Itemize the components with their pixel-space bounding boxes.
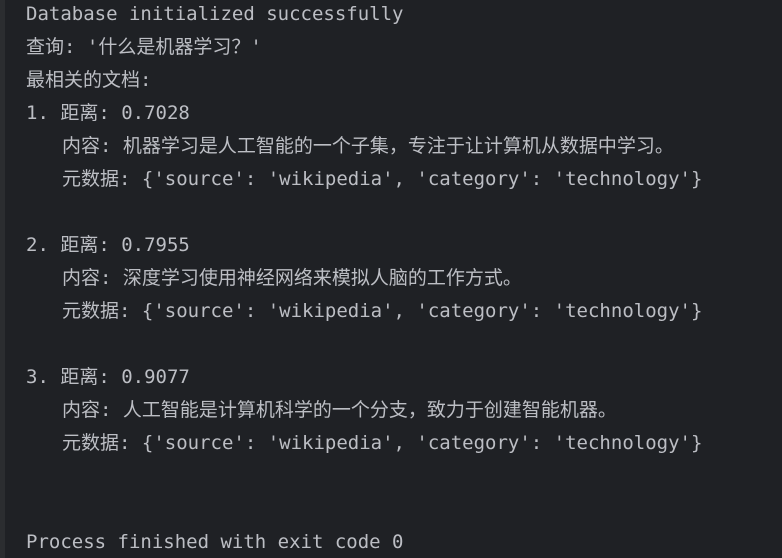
- run-console-output[interactable]: Database initialized successfully 查询: '什…: [0, 0, 782, 558]
- result-1-metadata: 元数据: {'source': 'wikipedia', 'category':…: [62, 168, 703, 190]
- result-1-header: 1. 距离: 0.7028: [26, 102, 190, 124]
- result-2-metadata: 元数据: {'source': 'wikipedia', 'category':…: [62, 300, 703, 322]
- result-2-content: 内容: 深度学习使用神经网络来模拟人脑的工作方式。: [62, 267, 522, 289]
- console-line-db-init: Database initialized successfully: [26, 3, 404, 25]
- result-1-content: 内容: 机器学习是人工智能的一个子集，专注于让计算机从数据中学习。: [62, 135, 674, 157]
- result-3-content: 内容: 人工智能是计算机科学的一个分支，致力于创建智能机器。: [62, 399, 617, 421]
- result-3-header: 3. 距离: 0.9077: [26, 366, 190, 388]
- console-line-query: 查询: '什么是机器学习？': [26, 36, 262, 58]
- console-gutter: [0, 0, 5, 558]
- result-2-header: 2. 距离: 0.7955: [26, 234, 190, 256]
- process-exit-message: Process finished with exit code 0: [26, 531, 404, 553]
- result-3-metadata: 元数据: {'source': 'wikipedia', 'category':…: [62, 432, 703, 454]
- console-line-most-relevant: 最相关的文档:: [26, 69, 152, 91]
